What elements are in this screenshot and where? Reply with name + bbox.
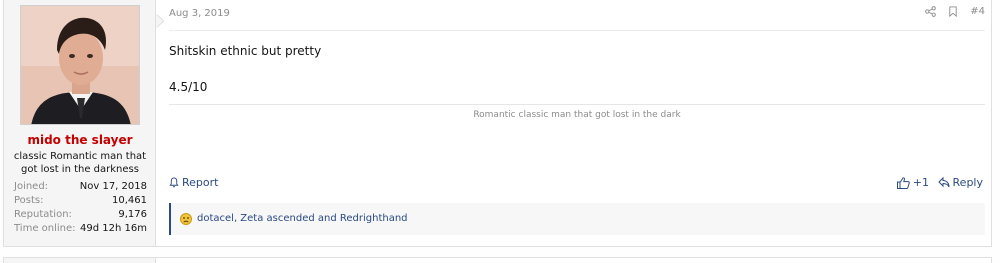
stat-label: Time online:: [14, 223, 76, 234]
bell-icon: [169, 177, 179, 188]
next-user-panel: [4, 258, 156, 263]
message-arrow-icon: [156, 14, 164, 28]
stat-row-time-online: Time online: 49d 12h 16m: [14, 222, 147, 236]
stat-row-posts: Posts: 10,461: [14, 194, 147, 208]
reply-label: Reply: [952, 176, 983, 189]
avatar[interactable]: [20, 5, 140, 125]
header-divider: [169, 30, 985, 31]
stat-value: 10,461: [112, 195, 147, 206]
user-stats: Joined: Nov 17, 2018 Posts: 10,461 Reput…: [14, 180, 147, 236]
post-date[interactable]: Aug 3, 2019: [169, 8, 230, 19]
post-header-actions: #4: [925, 6, 985, 17]
avatar-image: [21, 6, 139, 124]
reactions-bar[interactable]: dotacel, Zeta ascended and Redrighthand: [169, 203, 985, 235]
stat-row-reputation: Reputation: 9,176: [14, 208, 147, 222]
message-body: Aug 3, 2019 #4 Shitskin ethnic but prett…: [169, 0, 989, 246]
next-post-container: [3, 257, 992, 263]
username[interactable]: mido the slayer: [4, 133, 156, 147]
stat-value: 49d 12h 16m: [80, 223, 147, 234]
sad-face-icon: [180, 213, 192, 225]
stat-label: Reputation:: [14, 209, 72, 220]
post-footer: Report +1 Reply: [169, 176, 985, 192]
reactions-text[interactable]: dotacel, Zeta ascended and Redrighthand: [197, 213, 408, 224]
post-container: mido the slayer classic Romantic man tha…: [3, 0, 992, 247]
report-button[interactable]: Report: [169, 176, 218, 189]
message-line: 4.5/10: [169, 80, 208, 94]
share-icon[interactable]: [925, 6, 937, 17]
message-line: Shitskin ethnic but pretty: [169, 44, 322, 58]
reply-button[interactable]: Reply: [937, 176, 983, 189]
like-count: +1: [912, 176, 929, 189]
stat-label: Posts:: [14, 195, 44, 206]
stat-value: Nov 17, 2018: [79, 181, 147, 192]
post-number[interactable]: #4: [970, 6, 985, 17]
stat-row-joined: Joined: Nov 17, 2018: [14, 180, 147, 194]
like-button[interactable]: +1: [896, 176, 929, 189]
reply-icon: [937, 177, 950, 188]
thumbs-up-icon: [896, 176, 910, 189]
stat-label: Joined:: [14, 181, 49, 192]
stat-value: 9,176: [118, 209, 147, 220]
report-label: Report: [182, 176, 219, 189]
user-title: classic Romantic man that got lost in th…: [13, 151, 147, 175]
user-info-panel: mido the slayer classic Romantic man tha…: [4, 0, 156, 246]
signature-divider: [169, 104, 985, 105]
bookmark-icon[interactable]: [948, 6, 958, 17]
signature: Romantic classic man that got lost in th…: [473, 110, 681, 120]
